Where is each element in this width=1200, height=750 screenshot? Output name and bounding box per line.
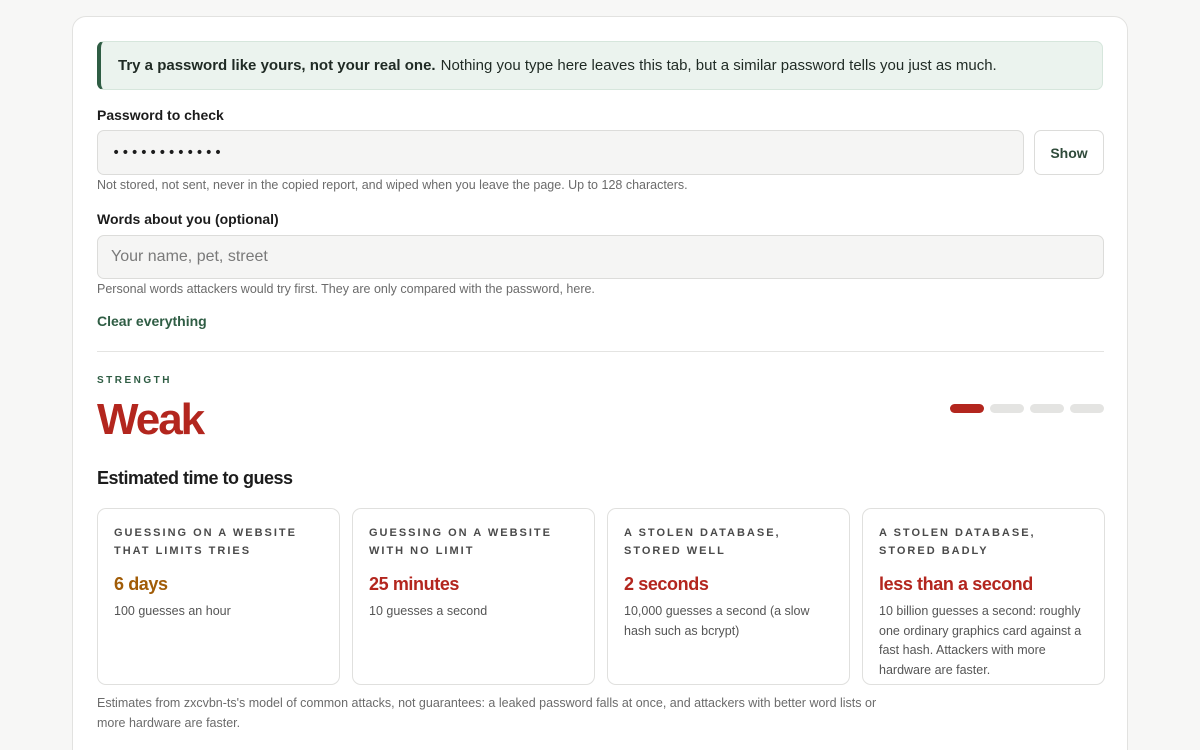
scenario-time: less than a second xyxy=(879,574,1033,594)
scenario-time: 6 days xyxy=(114,574,168,594)
estimates-title: Estimated time to guess xyxy=(97,468,293,488)
strength-rating: Weak xyxy=(97,395,205,444)
strength-meter-segment xyxy=(990,404,1024,413)
notice-text: Nothing you type here leaves this tab, b… xyxy=(440,57,997,74)
scenario-description: 10 billion guesses a second: roughly one… xyxy=(879,604,1082,677)
scenario-description: 10,000 guesses a second (a slow hash suc… xyxy=(624,604,810,638)
notice-bold: Try a password like yours, not your real… xyxy=(118,57,436,74)
words-hint: Personal words attackers would try first… xyxy=(97,282,595,296)
strength-meter xyxy=(950,404,1104,413)
scenario-time: 2 seconds xyxy=(624,574,709,594)
show-password-button[interactable]: Show xyxy=(1034,130,1104,175)
personal-words-input[interactable] xyxy=(97,235,1104,279)
clear-everything-link[interactable]: Clear everything xyxy=(97,313,207,329)
scenario-title: Guessing on a website with no limit xyxy=(369,527,552,557)
scenario-title: Guessing on a website that limits tries xyxy=(114,527,297,557)
password-input[interactable]: •••••••••••• xyxy=(97,130,1024,175)
strength-meter-segment xyxy=(1030,404,1064,413)
privacy-notice: Try a password like yours, not your real… xyxy=(97,41,1103,90)
scenario-card: Guessing on a website that limits tries … xyxy=(97,508,340,685)
scenario-description: 100 guesses an hour xyxy=(114,604,231,618)
strength-eyebrow: STRENGTH xyxy=(97,375,172,386)
password-checker-card: Try a password like yours, not your real… xyxy=(72,16,1128,750)
scenario-card: A stolen database, stored badly less tha… xyxy=(862,508,1105,685)
scenario-cards: Guessing on a website that limits tries … xyxy=(97,508,1105,685)
strength-meter-segment xyxy=(1070,404,1104,413)
words-label: Words about you (optional) xyxy=(97,211,279,227)
scenario-title: A stolen database, stored well xyxy=(624,527,781,557)
password-hint: Not stored, not sent, never in the copie… xyxy=(97,178,688,192)
scenario-card: Guessing on a website with no limit 25 m… xyxy=(352,508,595,685)
password-label: Password to check xyxy=(97,107,224,123)
strength-meter-segment xyxy=(950,404,984,413)
estimates-footnote: Estimates from zxcvbn-ts's model of comm… xyxy=(97,696,877,730)
scenario-time: 25 minutes xyxy=(369,574,460,594)
section-divider xyxy=(97,351,1104,352)
scenario-card: A stolen database, stored well 2 seconds… xyxy=(607,508,850,685)
scenario-description: 10 guesses a second xyxy=(369,604,488,618)
scenario-title: A stolen database, stored badly xyxy=(879,527,1036,557)
